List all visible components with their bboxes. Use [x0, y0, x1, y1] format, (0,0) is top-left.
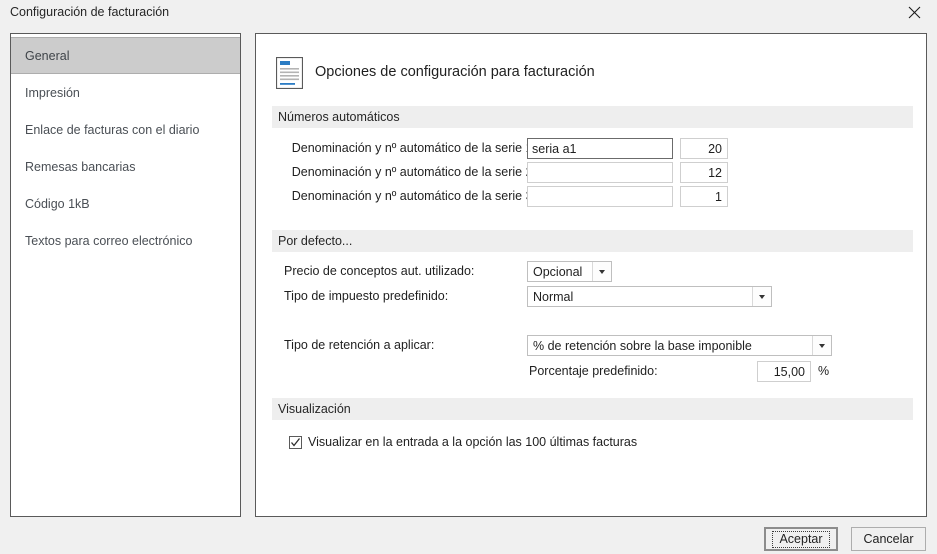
sidebar-item-remesas-bancarias[interactable]: Remesas bancarias — [11, 148, 240, 185]
label-tipo-retencion: Tipo de retención a aplicar: — [284, 338, 435, 352]
percent-suffix-label: % — [818, 364, 830, 378]
porcentaje-predefinido-input[interactable] — [757, 361, 811, 382]
close-icon[interactable] — [891, 0, 937, 25]
main-panel: Opciones de configuración para facturaci… — [255, 33, 927, 517]
sidebar-item-label: Impresión — [25, 85, 80, 100]
sidebar-item-codigo-1kb[interactable]: Código 1kB — [11, 185, 240, 222]
tipo-retencion-select[interactable]: % de retención sobre la base imponible — [527, 335, 832, 356]
label-tipo-impuesto: Tipo de impuesto predefinido: — [284, 289, 449, 303]
cancel-button-label: Cancelar — [863, 532, 914, 546]
sidebar-item-impresion[interactable]: Impresión — [11, 74, 240, 111]
precio-conceptos-select[interactable]: Opcional — [527, 261, 612, 282]
label-precio-conceptos: Precio de conceptos aut. utilizado: — [284, 264, 475, 278]
visualizar-ultimas-facturas-checkbox[interactable] — [289, 435, 302, 449]
tipo-impuesto-value: Normal — [533, 289, 574, 304]
check-icon — [291, 437, 301, 447]
sidebar: General Impresión Enlace de facturas con… — [10, 33, 241, 517]
sidebar-item-enlace-facturas[interactable]: Enlace de facturas con el diario — [11, 111, 240, 148]
chevron-down-icon — [592, 262, 611, 281]
serie-1-name-input[interactable] — [527, 138, 673, 159]
chevron-down-icon — [812, 336, 831, 355]
tipo-impuesto-select[interactable]: Normal — [527, 286, 772, 307]
cancel-button[interactable]: Cancelar — [851, 527, 926, 551]
label-porcentaje-predefinido: Porcentaje predefinido: — [529, 364, 658, 378]
sidebar-item-label: Enlace de facturas con el diario — [25, 122, 200, 137]
sidebar-item-general[interactable]: General — [11, 37, 240, 74]
visualizar-ultimas-facturas-checkbox-row[interactable]: Visualizar en la entrada a la opción las… — [289, 435, 637, 449]
sidebar-item-label: Remesas bancarias — [25, 159, 136, 174]
serie-2-number-input[interactable] — [680, 162, 728, 183]
sidebar-item-label: Textos para correo electrónico — [25, 233, 193, 248]
serie-3-name-input[interactable] — [527, 186, 673, 207]
document-icon — [275, 56, 304, 90]
panel-header: Opciones de configuración para facturaci… — [256, 34, 926, 100]
label-serie-2: Denominación y nº automático de la serie… — [291, 165, 536, 179]
sidebar-item-textos-correo[interactable]: Textos para correo electrónico — [11, 222, 240, 259]
serie-2-name-input[interactable] — [527, 162, 673, 183]
serie-1-number-input[interactable] — [680, 138, 728, 159]
sidebar-item-label: General — [25, 48, 70, 63]
label-serie-3: Denominación y nº automático de la serie… — [291, 189, 536, 203]
accept-button[interactable]: Aceptar — [764, 527, 838, 551]
visualizar-ultimas-facturas-label: Visualizar en la entrada a la opción las… — [308, 435, 638, 449]
precio-conceptos-value: Opcional — [533, 264, 583, 279]
sidebar-list: General Impresión Enlace de facturas con… — [11, 34, 240, 259]
tipo-retencion-value: % de retención sobre la base imponible — [533, 338, 752, 353]
label-serie-1: Denominación y nº automático de la serie… — [291, 141, 536, 155]
accept-button-label: Aceptar — [772, 530, 830, 548]
section-header-defaults: Por defecto... — [272, 230, 913, 252]
window-title: Configuración de facturación — [10, 5, 170, 19]
chevron-down-icon — [752, 287, 771, 306]
section-header-auto-numbers: Números automáticos — [272, 106, 913, 128]
page-title: Opciones de configuración para facturaci… — [315, 64, 595, 80]
section-header-visualization: Visualización — [272, 398, 913, 420]
sidebar-item-label: Código 1kB — [25, 196, 90, 211]
serie-3-number-input[interactable] — [680, 186, 728, 207]
title-bar: Configuración de facturación — [0, 0, 937, 25]
